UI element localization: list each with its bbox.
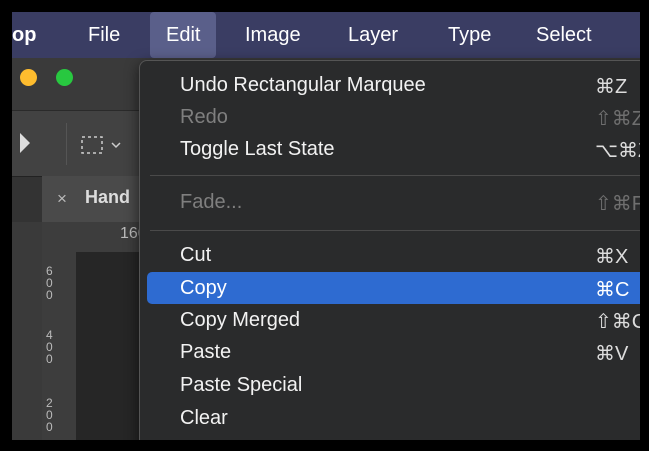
menu-item-label: Copy Merged [180,309,301,331]
ruler-left-digit: 0 [46,352,53,366]
menu-item-copy-merged[interactable]: Copy Merged ⇧⌘C [140,304,640,336]
menu-item-shortcut: ⌘V [595,343,629,365]
menu-item-shortcut: ⌘C [595,279,630,301]
menu-item-redo[interactable]: Redo ⇧⌘Z [140,101,640,133]
ruler-left-digit: 0 [46,288,53,302]
zoom-button[interactable] [56,69,73,86]
ruler-left-digit: 0 [46,420,53,434]
close-tab-icon[interactable]: × [57,189,67,209]
menu-item-label: Paste Special [180,374,303,396]
menu-select[interactable]: Select [536,12,592,58]
menu-item-clear[interactable]: Clear [140,402,640,434]
menu-item-label: Undo Rectangular Marquee [180,74,426,96]
menu-item-undo[interactable]: Undo Rectangular Marquee ⌘Z [140,69,640,101]
menu-bar: op File Edit Image Layer Type Select [12,12,640,58]
edit-menu-dropdown: Undo Rectangular Marquee ⌘Z Redo ⇧⌘Z Tog… [139,60,640,440]
menu-item-label: Clear [180,407,228,429]
menu-type[interactable]: Type [448,12,491,58]
minimize-button[interactable] [20,69,37,86]
menu-item-shortcut: ⌘X [595,246,629,268]
menu-item-label: Paste [180,341,232,363]
menu-item-fade[interactable]: Fade... ⇧⌘F [140,186,640,218]
menu-item-toggle-last-state[interactable]: Toggle Last State ⌥⌘Z [140,133,640,165]
rectangular-marquee-icon[interactable] [80,135,126,155]
menu-separator [150,230,640,231]
menu-item-shortcut: ⌘Z [595,76,628,98]
app-window: op File Edit Image Layer Type Select × H… [12,12,640,440]
menu-item-label: Fade... [180,191,243,213]
menu-item-label: Redo [180,106,228,128]
menu-item-copy[interactable]: Copy ⌘C [147,272,640,304]
move-tool-icon[interactable] [18,133,32,153]
menu-item-paste-special[interactable]: Paste Special [140,369,640,401]
menu-item-label: Copy [180,277,227,299]
document-tab-label: Hand [85,187,130,207]
menu-file[interactable]: File [88,12,120,58]
menu-item-shortcut: ⌥⌘Z [595,140,640,162]
tools-panel [12,222,42,440]
menu-layer[interactable]: Layer [348,12,398,58]
menu-item-label: Toggle Last State [180,138,335,160]
menu-item-shortcut: ⇧⌘C [595,311,640,333]
menu-edit[interactable]: Edit [150,12,217,58]
menu-image[interactable]: Image [245,12,301,58]
menu-item-paste[interactable]: Paste ⌘V [140,336,640,368]
menu-item-cut[interactable]: Cut ⌘X [140,239,640,271]
menu-item-shortcut: ⇧⌘F [595,193,640,215]
menu-app-name[interactable]: op [12,12,36,58]
menu-item-shortcut: ⇧⌘Z [595,108,640,130]
toolbar-divider [66,123,67,165]
menu-item-label: Cut [180,244,212,266]
menu-separator [150,175,640,176]
